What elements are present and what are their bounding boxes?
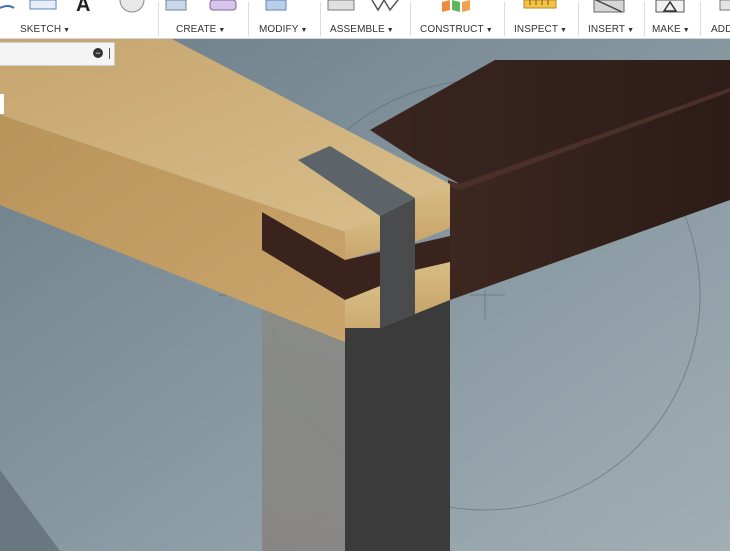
toolbar-label-assemble[interactable]: ASSEMBLE ▼ [330, 24, 394, 35]
toolbar-group-make[interactable]: MAKE ▼ [646, 0, 698, 38]
sketch-icons[interactable]: A [0, 0, 156, 22]
toolbar-divider [700, 2, 701, 36]
browser-panel-header[interactable]: − [0, 42, 115, 66]
construct-icon[interactable] [412, 0, 502, 16]
toolbar-group-create[interactable]: CREATE ▼ [160, 0, 246, 38]
svg-text:A: A [76, 0, 90, 16]
insert-icon[interactable] [580, 0, 642, 16]
toolbar-divider [158, 2, 159, 36]
toolbar-divider [644, 2, 645, 36]
collapse-minus-icon[interactable]: − [93, 48, 103, 58]
measure-ruler-icon[interactable] [506, 0, 576, 16]
toolbar: A SKETCH ▼ CREATE ▼ MODIFY ▼ ASSEMBLE ▼ … [0, 0, 730, 39]
toolbar-divider [248, 2, 249, 36]
make-3d-print-icon[interactable] [646, 0, 698, 16]
assemble-icons[interactable] [322, 0, 408, 16]
toolbar-group-assemble[interactable]: ASSEMBLE ▼ [322, 0, 408, 38]
toolbar-label-sketch[interactable]: SKETCH ▼ [20, 24, 70, 35]
toolbar-divider [578, 2, 579, 36]
slot-section-face [380, 198, 415, 328]
toolbar-label-inspect[interactable]: INSPECT ▼ [514, 24, 567, 35]
add-in-icon[interactable] [702, 0, 730, 16]
toolbar-label-make[interactable]: MAKE ▼ [652, 24, 690, 35]
section-leg [345, 328, 450, 551]
3d-viewport[interactable] [0, 38, 730, 551]
toolbar-label-insert[interactable]: INSERT ▼ [588, 24, 634, 35]
toolbar-label-construct[interactable]: CONSTRUCT ▼ [420, 24, 493, 35]
modify-icon[interactable] [250, 0, 318, 16]
toolbar-divider [504, 2, 505, 36]
model-canvas[interactable] [0, 38, 730, 551]
toolbar-group-inspect[interactable]: INSPECT ▼ [506, 0, 576, 38]
toolbar-group-construct[interactable]: CONSTRUCT ▼ [412, 0, 502, 38]
toolbar-divider [410, 2, 411, 36]
toolbar-group-sketch[interactable]: A SKETCH ▼ [0, 0, 156, 38]
toolbar-label-create[interactable]: CREATE ▼ [176, 24, 225, 35]
create-icons[interactable] [160, 0, 246, 16]
toolbar-group-add[interactable]: ADD [702, 0, 730, 38]
toolbar-label-modify[interactable]: MODIFY ▼ [259, 24, 308, 35]
toolbar-group-insert[interactable]: INSERT ▼ [580, 0, 642, 38]
toolbar-divider [320, 2, 321, 36]
toolbar-group-modify[interactable]: MODIFY ▼ [250, 0, 318, 38]
panel-resize-grip-icon[interactable] [109, 48, 110, 59]
toolbar-label-add[interactable]: ADD [711, 24, 730, 35]
side-panel-tab[interactable] [0, 94, 4, 114]
